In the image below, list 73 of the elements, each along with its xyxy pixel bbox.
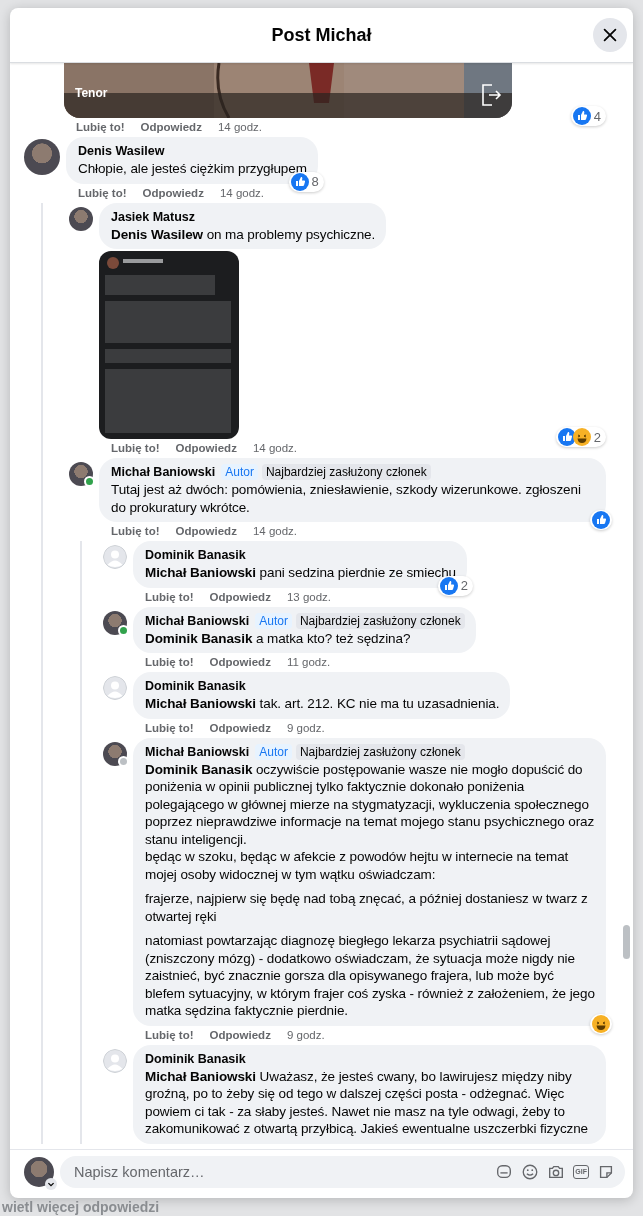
reply-link[interactable]: Odpowiedz (175, 524, 237, 538)
like-icon (592, 511, 610, 529)
timestamp[interactable]: 13 godz. (286, 589, 331, 604)
reaction-count-badge[interactable] (590, 1013, 612, 1034)
reply-link[interactable]: Odpowiedz (175, 441, 237, 455)
reaction-count-badge[interactable]: 2 (555, 427, 606, 447)
rank-badge: Najbardziej zasłużony członek (261, 464, 431, 480)
dialog-title: Post Michał (271, 24, 372, 46)
comment-text: Dominik Banasik a matka kto? też sędzina? (145, 629, 412, 647)
source-label: Tenor (75, 86, 108, 100)
author-name[interactable]: Michał Baniowski (145, 612, 250, 629)
timestamp[interactable]: 14 godz. (252, 441, 297, 455)
like-link[interactable]: Lubię to! (145, 589, 194, 604)
reply-link[interactable]: Odpowiedz (142, 185, 204, 200)
author-name[interactable]: Dominik Banasik (145, 678, 246, 694)
comment-text: Michał Baniowski tak. art. 212. KC nie ma tu uzasadnienia. (145, 695, 500, 713)
avatar[interactable] (69, 206, 93, 231)
avatar[interactable] (103, 610, 127, 635)
share-icon[interactable] (480, 83, 502, 107)
like-link[interactable]: Lubię to! (78, 185, 127, 200)
reply-link[interactable]: Odpowiedz (209, 720, 271, 735)
author-name[interactable]: Dominik Banasik (145, 547, 246, 563)
avatar[interactable] (103, 741, 127, 766)
reaction-count-badge[interactable]: 4 (570, 106, 606, 126)
avatar-sticker-icon[interactable] (495, 1163, 514, 1181)
reaction-count-badge[interactable] (590, 510, 612, 530)
rank-badge: Najbardziej zasłużony członek (295, 743, 465, 760)
like-link[interactable]: Lubię to! (145, 655, 194, 669)
rank-badge: Najbardziej zasłużony członek (295, 612, 465, 629)
author-badge: Autor (255, 612, 292, 629)
timestamp[interactable]: 11 godz. (286, 655, 331, 669)
scrollbar[interactable] (623, 925, 630, 959)
sticker-icon[interactable] (597, 1163, 615, 1181)
comment-text: Denis Wasilew on ma problemy psychiczne. (111, 225, 376, 243)
like-link[interactable]: Lubię to! (145, 1027, 194, 1042)
timestamp[interactable]: 9 godz. (286, 720, 325, 735)
chevron-icon[interactable] (45, 1178, 57, 1190)
laughing-emoji-icon (592, 1014, 610, 1033)
avatar[interactable] (24, 1157, 54, 1187)
author-badge: Autor (221, 464, 258, 480)
close-icon (601, 26, 619, 44)
author-name[interactable]: Dominik Banasik (145, 1050, 246, 1067)
like-link[interactable]: Lubię to! (111, 441, 160, 455)
author-name[interactable]: Michał Baniowski (111, 464, 216, 480)
author-name[interactable]: Jasiek Matusz (111, 208, 196, 225)
comment-text: Dominik Banasik oczywiście postępowanie wasze nie mogło dopuścić do poniżenia w opinii publicznej tylko faktycznie dokonało poniżenia polegającego w głównej mierze na stygmatyzacji, wykluczenia społecznego poprzez nieprawdziwe informacje na temat mojego stanu psychicznego oraz stanu inteligencji. będąc w szoku, będąc w afekcie z powodów hejtu w internecie na temat mojej osoby widocznej w tym wątku oświadczam: (145, 760, 595, 883)
like-link[interactable]: Lubię to! (76, 120, 125, 134)
like-icon (557, 428, 576, 446)
reply-link[interactable]: Odpowiedz (209, 1027, 271, 1042)
reply-link[interactable]: Odpowiedz (209, 655, 271, 669)
like-link[interactable]: Lubię to! (111, 524, 160, 538)
comment-text: frajerze, najpierw się będę nad tobą znęcać, a później dostaniesz w twarz z otwartej ręki (145, 890, 589, 925)
comment-text: natomiast powtarzając diagnozę biegłego lekarza psychiatrii sądowej (zniszczony mózg) - dodatkowo oświadczam, że sytuacja może nigdy nie zaistnieć, być znacznie gorsza dla opisywanego frajera, lub może być blefem sytuacyjny, w którym frajer coś zyska - również z założeniem, że jego matka sędzina faktycznie pierdnie. (145, 932, 595, 1020)
close-button[interactable] (593, 18, 627, 52)
author-name[interactable]: Denis Wasilew (78, 143, 165, 159)
reply-link[interactable]: Odpowiedz (209, 589, 271, 604)
laughing-emoji-icon (572, 428, 591, 446)
timestamp[interactable]: 14 godz. (217, 120, 262, 134)
reply-link[interactable]: Odpowiedz (140, 120, 202, 134)
avatar[interactable] (24, 139, 60, 175)
timestamp[interactable]: 14 godz. (252, 524, 297, 538)
timestamp[interactable]: 9 godz. (286, 1027, 325, 1042)
avatar[interactable] (69, 462, 93, 486)
author-badge: Autor (255, 743, 292, 760)
author-name[interactable]: Michał Baniowski (145, 743, 250, 760)
camera-icon[interactable] (547, 1163, 566, 1181)
comment-text: Tutaj jest aż dwóch: pomówienia, zniesławienie, szkody wizerunkowe. zgłoszeni do prokuratury wkrótce. (111, 481, 582, 516)
like-icon (572, 107, 591, 125)
timestamp[interactable]: 14 godz. (219, 185, 264, 200)
comment-text: Michał Baniowski Uważasz, że jesteś cwany, bo lawirujesz między niby groźną, po to żeby się od tego w dalszej części posta - odżegnać. Więc powiem ci tak - za słaby jesteś. Nawet nie masz na tyle odwagi, żeby to zakomunikować z otwartą przyłbicą. Jakieś ewentualne uszczerbki fizyczne (145, 1067, 589, 1138)
like-icon (439, 576, 458, 595)
emoji-icon[interactable] (521, 1163, 540, 1181)
like-link[interactable]: Lubię to! (145, 720, 194, 735)
